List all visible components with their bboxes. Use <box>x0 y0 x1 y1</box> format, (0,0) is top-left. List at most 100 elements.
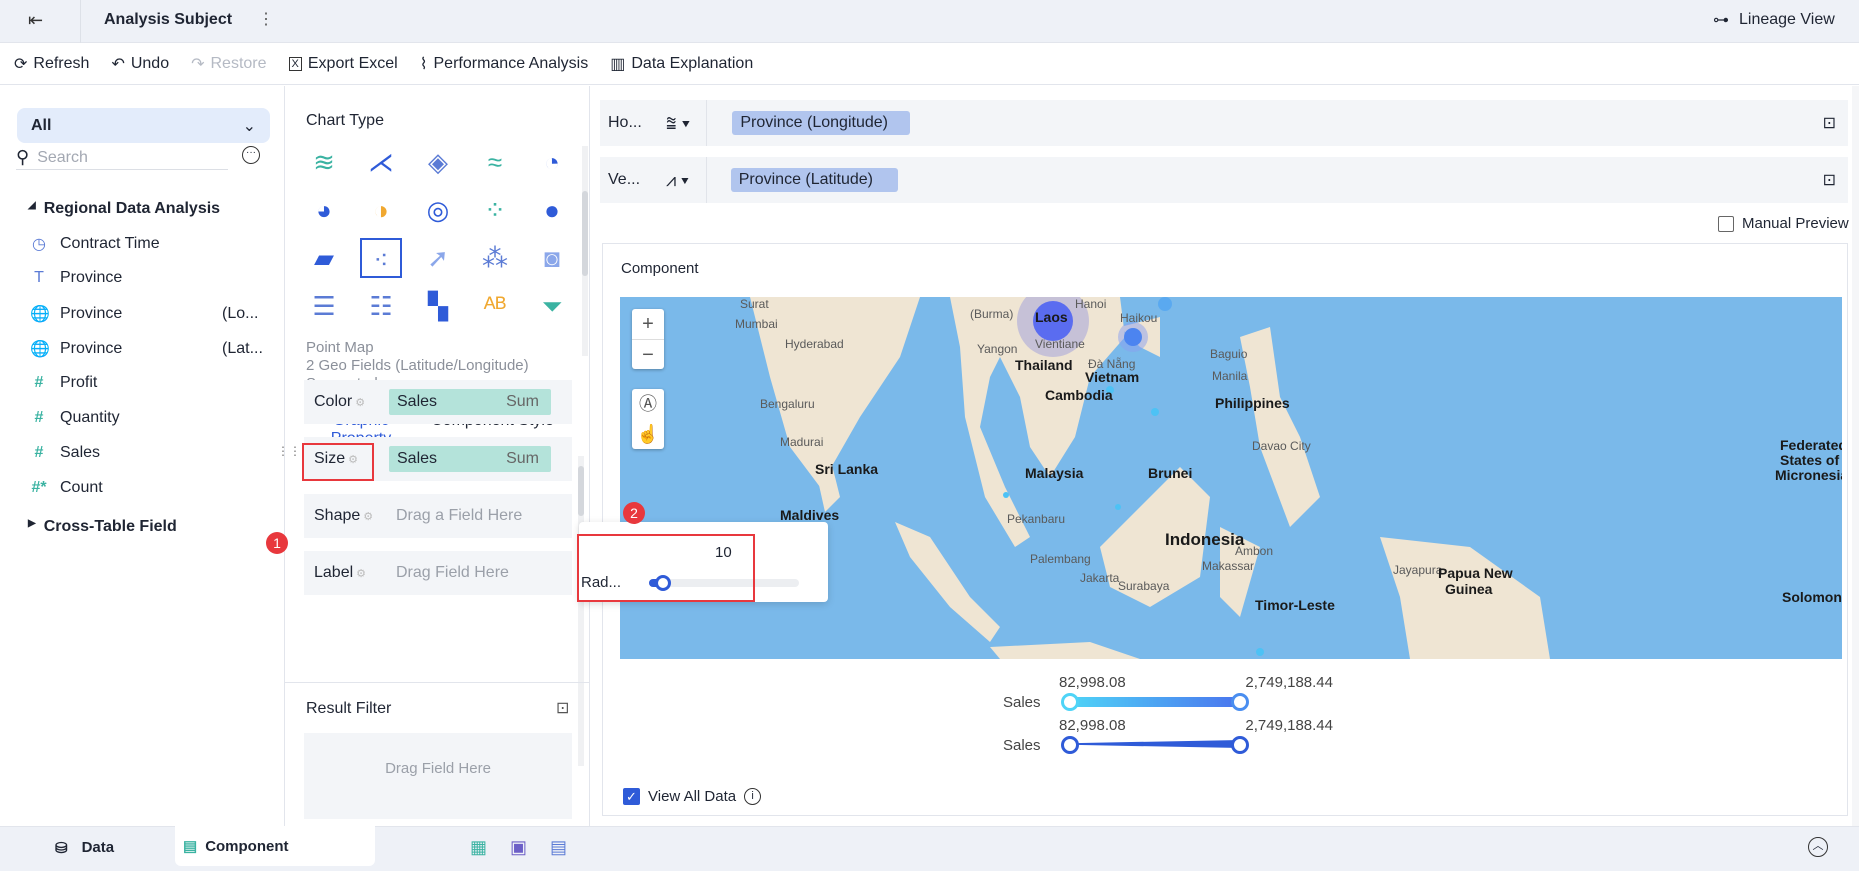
property-shape[interactable]: Shape ⚙ Drag a Field Here <box>304 494 572 538</box>
property-label[interactable]: Label ⚙ Drag Field Here <box>304 551 572 595</box>
group-cross-table-field[interactable]: ▶ Cross-Table Field <box>28 518 177 536</box>
expand-up-icon[interactable]: ︿ <box>1808 837 1828 857</box>
funnel-chart-icon[interactable]: ⏷ <box>531 286 573 326</box>
dataset-dropdown[interactable]: All ⌄ <box>17 108 270 143</box>
divider <box>706 100 707 146</box>
treemap-icon[interactable]: ▚ <box>417 286 459 326</box>
add-table-icon[interactable]: ▣ <box>510 837 527 858</box>
step-badge-2: 2 <box>623 502 645 524</box>
field-pill[interactable]: Sales Sum <box>389 389 551 415</box>
view-all-data-checkbox[interactable]: ✓ View All Data i <box>623 788 762 805</box>
field-item[interactable]: 🌐 Province (Lo... <box>30 304 258 324</box>
ring-chart-icon[interactable]: ◎ <box>417 190 459 230</box>
tab-component[interactable]: ▤ Component <box>175 826 375 866</box>
export-excel-button[interactable]: X Export Excel <box>288 55 398 73</box>
area-chart-icon[interactable]: ≈ <box>474 142 516 182</box>
lineage-view-button[interactable]: ⊶ Lineage View <box>1713 10 1835 30</box>
density-map-icon[interactable]: ◙ <box>531 238 573 278</box>
horizontal-axis-icon[interactable]: ⩰ ▾ <box>666 113 690 134</box>
field-pill[interactable]: Sales Sum <box>389 446 551 472</box>
map-label: Hyderabad <box>785 337 844 351</box>
field-item[interactable]: # Quantity <box>30 409 120 427</box>
field-item[interactable]: # Profit <box>30 374 98 392</box>
group-regional-data-analysis[interactable]: ◢ Regional Data Analysis <box>28 200 220 218</box>
map-bubble <box>1158 297 1172 311</box>
legend-min: 82,998.08 <box>1059 674 1126 691</box>
explanation-icon: ▥ <box>610 55 626 73</box>
field-item[interactable]: 🌐 Province (Lat... <box>30 339 263 359</box>
field-panel: All ⌄ ⚲ Search ··· ◢ Regional Data Analysis… <box>0 86 301 826</box>
refresh-button[interactable]: ⟳ Refresh <box>14 54 89 74</box>
data-explanation-button[interactable]: ▥ Data Explanation <box>610 54 753 74</box>
legend-handle-min[interactable] <box>1061 693 1079 711</box>
checkbox[interactable] <box>1718 215 1734 232</box>
pie-chart-icon[interactable]: ◕ <box>303 190 345 230</box>
flow-map-icon[interactable]: ➚ <box>417 238 459 278</box>
progress-list-icon[interactable]: ☷ <box>360 286 402 326</box>
scatter-chart-icon[interactable]: ⁘ <box>474 190 516 230</box>
pan-hand-icon[interactable]: ☝ <box>637 419 659 449</box>
size-legend-range[interactable] <box>1069 740 1241 748</box>
map-label: Baguio <box>1210 347 1248 361</box>
region-map-icon[interactable]: ▰ <box>303 238 345 278</box>
gear-icon[interactable]: ⚙ <box>356 567 366 580</box>
result-filter-dropzone[interactable]: Drag Field Here <box>304 733 572 819</box>
exit-icon[interactable]: ⇤ <box>28 10 43 31</box>
property-color[interactable]: Color ⚙ Sales Sum <box>304 380 572 424</box>
restore-button[interactable]: ↷ Restore <box>191 54 266 74</box>
point-map[interactable]: Surat Mumbai Hyderabad Bengaluru Madurai Sri … <box>620 297 1842 659</box>
gear-icon[interactable]: ⚙ <box>363 510 373 523</box>
bubble-chart-icon[interactable]: ● <box>531 190 573 230</box>
map-bubble <box>1124 328 1142 346</box>
settings-icon[interactable]: ⊡ <box>1823 170 1836 190</box>
field-item[interactable]: ◷ Contract Time <box>30 234 160 254</box>
zoom-controls: + − <box>632 309 664 369</box>
dual-line-chart-icon[interactable]: ≋ <box>303 142 345 182</box>
chart-type-scrollbar[interactable] <box>582 146 588 356</box>
add-component-icon[interactable]: ▦ <box>470 837 487 858</box>
field-pill-longitude[interactable]: Province (Longitude) <box>732 111 911 135</box>
field-item[interactable]: T Province <box>30 269 122 287</box>
zoom-in-button[interactable]: + <box>642 309 654 339</box>
radar-chart-icon[interactable]: ◈ <box>417 142 459 182</box>
size-popup: 10 Rad... <box>577 522 828 602</box>
more-icon[interactable]: ⋮ <box>258 9 274 29</box>
gear-icon[interactable]: ⚙ <box>355 396 365 409</box>
add-report-icon[interactable]: ▤ <box>550 837 567 858</box>
gauge-chart-icon[interactable]: ◔ <box>531 142 573 182</box>
legend-handle-max[interactable] <box>1231 693 1249 711</box>
map-label: Mumbai <box>735 317 778 331</box>
reset-north-icon[interactable]: Ⓐ <box>639 389 657 419</box>
checkbox-checked[interactable]: ✓ <box>623 788 640 805</box>
refresh-icon: ⟳ <box>14 55 28 73</box>
undo-button[interactable]: ↶ Undo <box>111 54 169 74</box>
word-cloud-icon[interactable]: ᴬᴮ <box>474 286 516 326</box>
page-scrollbar[interactable] <box>1852 86 1859 826</box>
field-item[interactable]: # Sales <box>30 444 100 462</box>
field-pill-latitude[interactable]: Province (Latitude) <box>730 168 898 192</box>
search-input[interactable]: ⚲ Search <box>16 146 228 170</box>
rose-chart-icon[interactable]: ◑ <box>360 190 402 230</box>
field-item[interactable]: #* Count <box>30 479 102 497</box>
point-map-icon[interactable]: ⁖ <box>360 238 402 278</box>
manual-preview-checkbox[interactable]: Manual Preview <box>1718 215 1849 232</box>
property-size[interactable]: Size ⚙ Sales Sum <box>302 437 572 481</box>
heat-map-icon[interactable]: ⁂ <box>474 238 516 278</box>
ranking-list-icon[interactable]: ☰ <box>303 286 345 326</box>
text-icon: T <box>34 269 44 286</box>
parallel-chart-icon[interactable]: ⋌ <box>360 142 402 182</box>
more-options-icon[interactable]: ··· <box>242 146 260 164</box>
property-scrollbar[interactable] <box>578 456 584 766</box>
map-label: States of <box>1780 452 1840 468</box>
zoom-out-button[interactable]: − <box>632 339 664 369</box>
legend-handle-max[interactable] <box>1231 736 1249 754</box>
performance-analysis-button[interactable]: ⌇ Performance Analysis <box>420 54 589 74</box>
legend-label-color: Sales <box>1003 694 1041 711</box>
filter-settings-icon[interactable]: ⊡ <box>556 698 569 718</box>
info-icon[interactable]: i <box>744 788 762 805</box>
vertical-axis-icon[interactable]: ⩘ ▾ <box>666 170 689 191</box>
tab-data[interactable]: ⛁ Data <box>55 839 114 857</box>
color-legend-range[interactable] <box>1061 693 1249 711</box>
settings-icon[interactable]: ⊡ <box>1823 113 1836 133</box>
legend-handle-min[interactable] <box>1061 736 1079 754</box>
